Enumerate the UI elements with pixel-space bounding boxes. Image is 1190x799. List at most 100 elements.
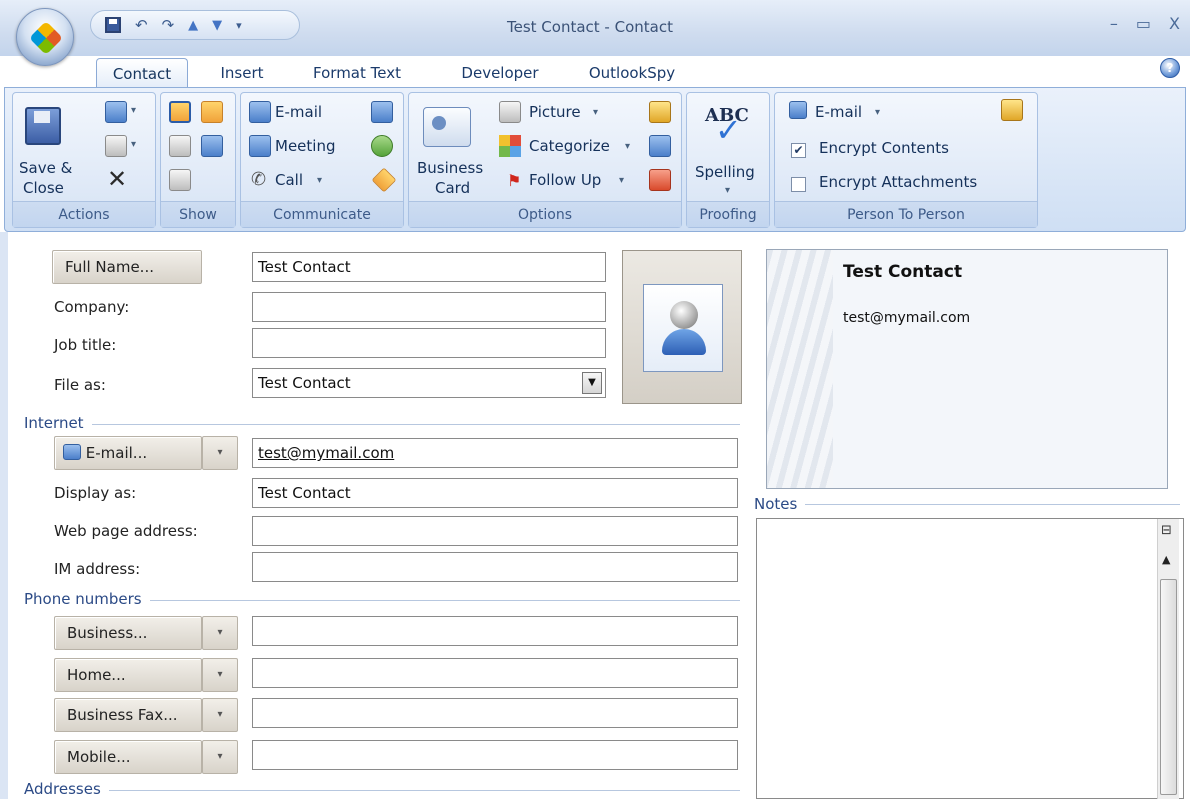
- split-icon[interactable]: ⊟: [1161, 523, 1172, 538]
- email-field[interactable]: test@mymail.com: [252, 438, 738, 468]
- home-phone-field[interactable]: [252, 658, 738, 688]
- mobile-phone-button[interactable]: Mobile...: [54, 740, 202, 774]
- minimize-button[interactable]: –: [1110, 14, 1118, 33]
- business-fax-field[interactable]: [252, 698, 738, 728]
- customize-dropdown-icon[interactable]: ▾: [236, 19, 242, 32]
- dropdown-arrow-icon[interactable]: ▾: [875, 107, 880, 118]
- business-card-label[interactable]: Business: [417, 159, 483, 177]
- web-page-icon[interactable]: [371, 135, 393, 157]
- dropdown-arrow-icon[interactable]: ▾: [625, 141, 630, 152]
- notes-textarea[interactable]: ⊟ ▲ ≡: [756, 518, 1184, 799]
- p2p-email-button[interactable]: E-mail: [815, 103, 862, 121]
- tab-outlookspy[interactable]: OutlookSpy: [576, 58, 688, 88]
- web-page-field[interactable]: [252, 516, 738, 546]
- business-card-preview[interactable]: Test Contact test@mymail.com: [766, 249, 1168, 489]
- company-field[interactable]: [252, 292, 606, 322]
- save-close-label-2[interactable]: Close: [23, 179, 64, 197]
- scroll-thumb[interactable]: ≡: [1160, 579, 1177, 795]
- next-item-icon[interactable]: ▼: [212, 18, 222, 33]
- dropdown-arrow-icon[interactable]: ▾: [593, 107, 598, 118]
- call-button[interactable]: Call: [275, 171, 303, 189]
- dropdown-arrow-icon[interactable]: ▾: [619, 175, 624, 186]
- dropdown-arrow-icon[interactable]: ▾: [317, 175, 322, 186]
- assign-task-icon[interactable]: [371, 101, 393, 123]
- flag-icon[interactable]: ⚑: [507, 171, 521, 190]
- group-actions: Save & Close ▾ ▾ ✕ Actions: [12, 92, 156, 228]
- office-button[interactable]: [16, 8, 74, 66]
- home-phone-dropdown[interactable]: ▾: [202, 658, 238, 692]
- mobile-phone-dropdown[interactable]: ▾: [202, 740, 238, 774]
- check-names-icon[interactable]: [649, 169, 671, 191]
- activities-icon[interactable]: [169, 169, 191, 191]
- maximize-button[interactable]: ▭: [1136, 14, 1151, 33]
- business-fax-button[interactable]: Business Fax...: [54, 698, 202, 732]
- follow-up-button[interactable]: Follow Up: [529, 171, 601, 189]
- save-icon[interactable]: [105, 17, 121, 33]
- mobile-phone-field[interactable]: [252, 740, 738, 770]
- scroll-up-icon[interactable]: ▲: [1162, 553, 1170, 566]
- business-fax-dropdown[interactable]: ▾: [202, 698, 238, 732]
- certificates-icon[interactable]: [169, 135, 191, 157]
- picture-icon[interactable]: [499, 101, 521, 123]
- email-dropdown[interactable]: ▾: [202, 436, 238, 470]
- tab-developer[interactable]: Developer: [448, 58, 552, 88]
- categorize-icon[interactable]: [499, 135, 521, 157]
- tab-contact[interactable]: Contact: [96, 58, 188, 88]
- spelling-button[interactable]: Spelling: [695, 163, 755, 181]
- private-lock-icon[interactable]: [649, 101, 671, 123]
- print-icon[interactable]: [105, 135, 127, 157]
- help-icon[interactable]: ?: [1160, 58, 1180, 78]
- chevron-down-icon[interactable]: ▼: [582, 372, 602, 394]
- general-view-icon[interactable]: [169, 101, 191, 123]
- group-label-options: Options: [409, 201, 681, 227]
- previous-item-icon[interactable]: ▲: [188, 18, 198, 33]
- close-button[interactable]: X: [1169, 14, 1180, 33]
- job-title-field[interactable]: [252, 328, 606, 358]
- window-controls: – ▭ X: [1110, 14, 1180, 33]
- group-label-person-to-person: Person To Person: [775, 201, 1037, 227]
- full-name-field[interactable]: Test Contact: [252, 252, 606, 282]
- save-as-icon[interactable]: [105, 101, 127, 123]
- save-close-label[interactable]: Save &: [19, 159, 72, 177]
- tab-format-text[interactable]: Format Text: [302, 58, 412, 88]
- full-name-button[interactable]: Full Name...: [52, 250, 202, 284]
- contact-picture-button[interactable]: [622, 250, 742, 404]
- internet-divider: [26, 424, 740, 425]
- business-card-label-2[interactable]: Card: [435, 179, 470, 197]
- home-phone-button[interactable]: Home...: [54, 658, 202, 692]
- notes-divider: [756, 504, 1180, 505]
- encrypt-attachments-checkbox[interactable]: [791, 177, 806, 192]
- business-phone-dropdown[interactable]: ▾: [202, 616, 238, 650]
- business-phone-field[interactable]: [252, 616, 738, 646]
- im-address-field[interactable]: [252, 552, 738, 582]
- picture-button[interactable]: Picture: [529, 103, 581, 121]
- company-label: Company:: [54, 298, 130, 316]
- dropdown-arrow-icon[interactable]: ▾: [725, 185, 730, 196]
- email-button[interactable]: E-mail...: [54, 436, 202, 470]
- email-button[interactable]: E-mail: [275, 103, 322, 121]
- file-as-select[interactable]: Test Contact ▼: [252, 368, 606, 398]
- categorize-button[interactable]: Categorize: [529, 137, 610, 155]
- email-icon[interactable]: [249, 101, 271, 123]
- phone-icon[interactable]: ✆: [251, 169, 266, 190]
- delete-icon[interactable]: ✕: [107, 165, 127, 193]
- dropdown-arrow-icon[interactable]: ▾: [131, 105, 136, 116]
- undo-icon[interactable]: ↶: [135, 16, 148, 34]
- notes-scrollbar[interactable]: ⊟ ▲ ≡: [1157, 519, 1179, 799]
- encrypt-contents-checkbox[interactable]: ✔: [791, 143, 806, 158]
- address-book-icon[interactable]: [649, 135, 671, 157]
- meeting-icon[interactable]: [249, 135, 271, 157]
- keys-icon[interactable]: [1001, 99, 1023, 121]
- encrypt-attachments-label[interactable]: Encrypt Attachments: [819, 173, 977, 191]
- business-phone-button[interactable]: Business...: [54, 616, 202, 650]
- dropdown-arrow-icon[interactable]: ▾: [131, 139, 136, 150]
- encrypt-contents-label[interactable]: Encrypt Contents: [819, 139, 949, 157]
- details-view-icon[interactable]: [201, 101, 223, 123]
- tab-insert[interactable]: Insert: [206, 58, 278, 88]
- all-fields-icon[interactable]: [201, 135, 223, 157]
- redo-icon[interactable]: ↷: [162, 16, 175, 34]
- map-icon[interactable]: [371, 167, 397, 193]
- address-book-icon[interactable]: [789, 101, 807, 119]
- meeting-button[interactable]: Meeting: [275, 137, 335, 155]
- display-as-field[interactable]: Test Contact: [252, 478, 738, 508]
